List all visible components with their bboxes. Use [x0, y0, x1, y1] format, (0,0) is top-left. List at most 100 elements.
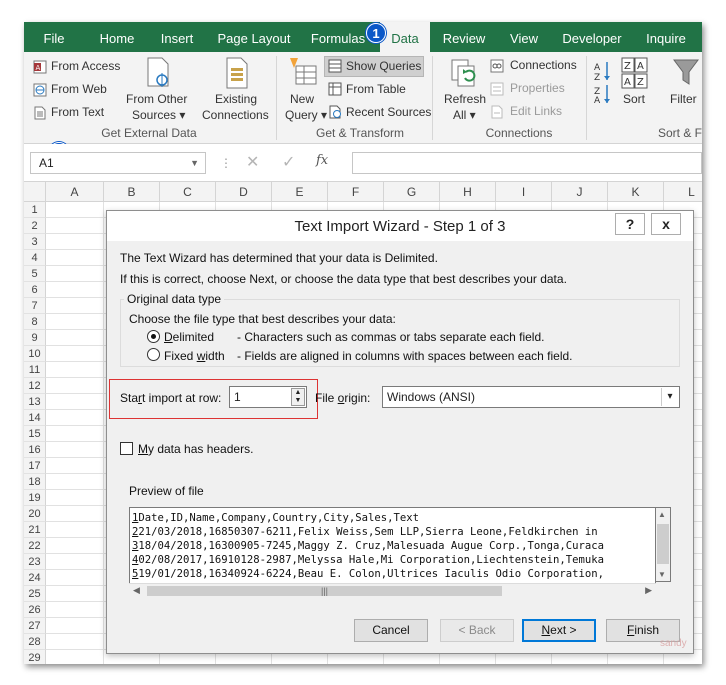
chevron-down-icon[interactable]: ▾ [661, 388, 678, 406]
column-header[interactable]: E [272, 182, 328, 202]
show-queries-button[interactable]: Show Queries [346, 59, 421, 73]
row-header[interactable]: 4 [24, 250, 46, 266]
formula-input[interactable] [352, 152, 702, 174]
radio-delimited[interactable] [147, 330, 160, 343]
preview-line-text: 19/01/2018,16340924-6224,Beau E. Colon,U… [138, 568, 604, 580]
chevron-down-icon[interactable]: ▼ [190, 153, 199, 173]
tab-review[interactable]: Review [436, 22, 492, 52]
row-header[interactable]: 2 [24, 218, 46, 234]
start-row-input[interactable]: 1 ▲ ▼ [229, 386, 307, 408]
connections-button[interactable]: Connections [510, 58, 577, 72]
row-header[interactable]: 21 [24, 522, 46, 538]
column-header[interactable]: F [328, 182, 384, 202]
row-header[interactable]: 23 [24, 554, 46, 570]
filter-button[interactable]: Filter [670, 92, 697, 106]
help-button[interactable]: ? [615, 213, 645, 235]
row-header[interactable]: 9 [24, 330, 46, 346]
recent-sources-button[interactable]: Recent Sources [346, 105, 431, 119]
from-web-button[interactable]: From Web [51, 82, 107, 96]
insert-function-icon[interactable]: fx [316, 153, 328, 168]
tab-page-layout[interactable]: Page Layout [212, 22, 296, 52]
next-button[interactable]: Next > [522, 619, 596, 642]
column-header[interactable]: C [160, 182, 216, 202]
preview-horizontal-scrollbar[interactable]: ◀ ||| ▶ [129, 583, 656, 598]
svg-text:Z: Z [637, 77, 644, 88]
from-access-button[interactable]: From Access [51, 59, 120, 73]
tab-file[interactable]: File [32, 22, 76, 52]
preview-line-text: 21/03/2018,16850307-6211,Felix Weiss,Sem… [138, 526, 598, 538]
row-header[interactable]: 14 [24, 410, 46, 426]
cancel-button[interactable]: Cancel [354, 619, 428, 642]
row-header[interactable]: 17 [24, 458, 46, 474]
row-header[interactable]: 22 [24, 538, 46, 554]
sort-button[interactable]: Sort [623, 92, 645, 106]
scroll-up-icon[interactable]: ▲ [658, 510, 666, 519]
select-all-corner[interactable] [24, 182, 46, 202]
column-header[interactable]: D [216, 182, 272, 202]
row-header[interactable]: 6 [24, 282, 46, 298]
row-header[interactable]: 3 [24, 234, 46, 250]
tab-insert[interactable]: Insert [152, 22, 202, 52]
row-header[interactable]: 11 [24, 362, 46, 378]
column-header[interactable]: B [104, 182, 160, 202]
tab-developer[interactable]: Developer [556, 22, 628, 52]
edit-links-button[interactable]: Edit Links [510, 104, 562, 118]
row-header[interactable]: 1 [24, 202, 46, 218]
column-header[interactable]: I [496, 182, 552, 202]
scroll-thumb[interactable] [657, 524, 669, 564]
row-header[interactable]: 19 [24, 490, 46, 506]
cancel-entry-icon[interactable]: ✕ [246, 152, 259, 172]
recent-sources-icon [329, 105, 341, 119]
from-other-sources-button[interactable]: From Other [126, 92, 187, 106]
row-header[interactable]: 16 [24, 442, 46, 458]
my-data-has-headers-label[interactable]: My data has headers. [138, 442, 253, 456]
start-row-spinner[interactable]: ▲ ▼ [291, 388, 305, 406]
column-header[interactable]: J [552, 182, 608, 202]
row-header[interactable]: 24 [24, 570, 46, 586]
scroll-thumb[interactable]: ||| [147, 586, 502, 596]
column-header[interactable]: A [46, 182, 104, 202]
tab-formulas[interactable]: Formulas [306, 22, 370, 52]
scroll-down-icon[interactable]: ▼ [658, 570, 666, 579]
row-header[interactable]: 12 [24, 378, 46, 394]
existing-connections-button[interactable]: Existing [215, 92, 257, 106]
from-text-button[interactable]: From Text [51, 105, 104, 119]
row-header[interactable]: 18 [24, 474, 46, 490]
from-table-button[interactable]: From Table [346, 82, 406, 96]
file-origin-select[interactable]: Windows (ANSI) ▾ [382, 386, 680, 408]
row-header[interactable]: 7 [24, 298, 46, 314]
column-header[interactable]: K [608, 182, 664, 202]
refresh-all-button[interactable]: Refresh [444, 92, 486, 106]
scroll-left-icon[interactable]: ◀ [133, 585, 140, 596]
new-query-button[interactable]: New [290, 92, 314, 106]
confirm-entry-icon[interactable]: ✓ [282, 152, 295, 172]
row-header[interactable]: 5 [24, 266, 46, 282]
preview-vertical-scrollbar[interactable]: ▲ ▼ [656, 507, 671, 582]
tab-data[interactable]: Data [380, 22, 430, 52]
row-header[interactable]: 29 [24, 650, 46, 664]
radio-fixed-width[interactable] [147, 348, 160, 361]
column-header[interactable]: H [440, 182, 496, 202]
tab-home[interactable]: Home [92, 22, 142, 52]
row-header[interactable]: 28 [24, 634, 46, 650]
row-header[interactable]: 13 [24, 394, 46, 410]
tab-view[interactable]: View [502, 22, 546, 52]
name-box[interactable]: A1 ▼ [30, 152, 206, 174]
row-header[interactable]: 10 [24, 346, 46, 362]
close-button[interactable]: x [651, 213, 681, 235]
column-header[interactable]: G [384, 182, 440, 202]
delimited-label[interactable]: Delimited [164, 330, 214, 344]
row-header[interactable]: 27 [24, 618, 46, 634]
tab-inquire[interactable]: Inquire [638, 22, 694, 52]
fixed-width-label[interactable]: Fixed width [164, 349, 225, 363]
row-header[interactable]: 20 [24, 506, 46, 522]
row-header[interactable]: 26 [24, 602, 46, 618]
row-header[interactable]: 8 [24, 314, 46, 330]
row-header[interactable]: 25 [24, 586, 46, 602]
row-header[interactable]: 15 [24, 426, 46, 442]
column-header[interactable]: L [664, 182, 702, 202]
back-button[interactable]: < Back [440, 619, 514, 642]
my-data-has-headers-checkbox[interactable] [120, 442, 133, 455]
scroll-right-icon[interactable]: ▶ [645, 585, 652, 596]
properties-button[interactable]: Properties [510, 81, 565, 95]
